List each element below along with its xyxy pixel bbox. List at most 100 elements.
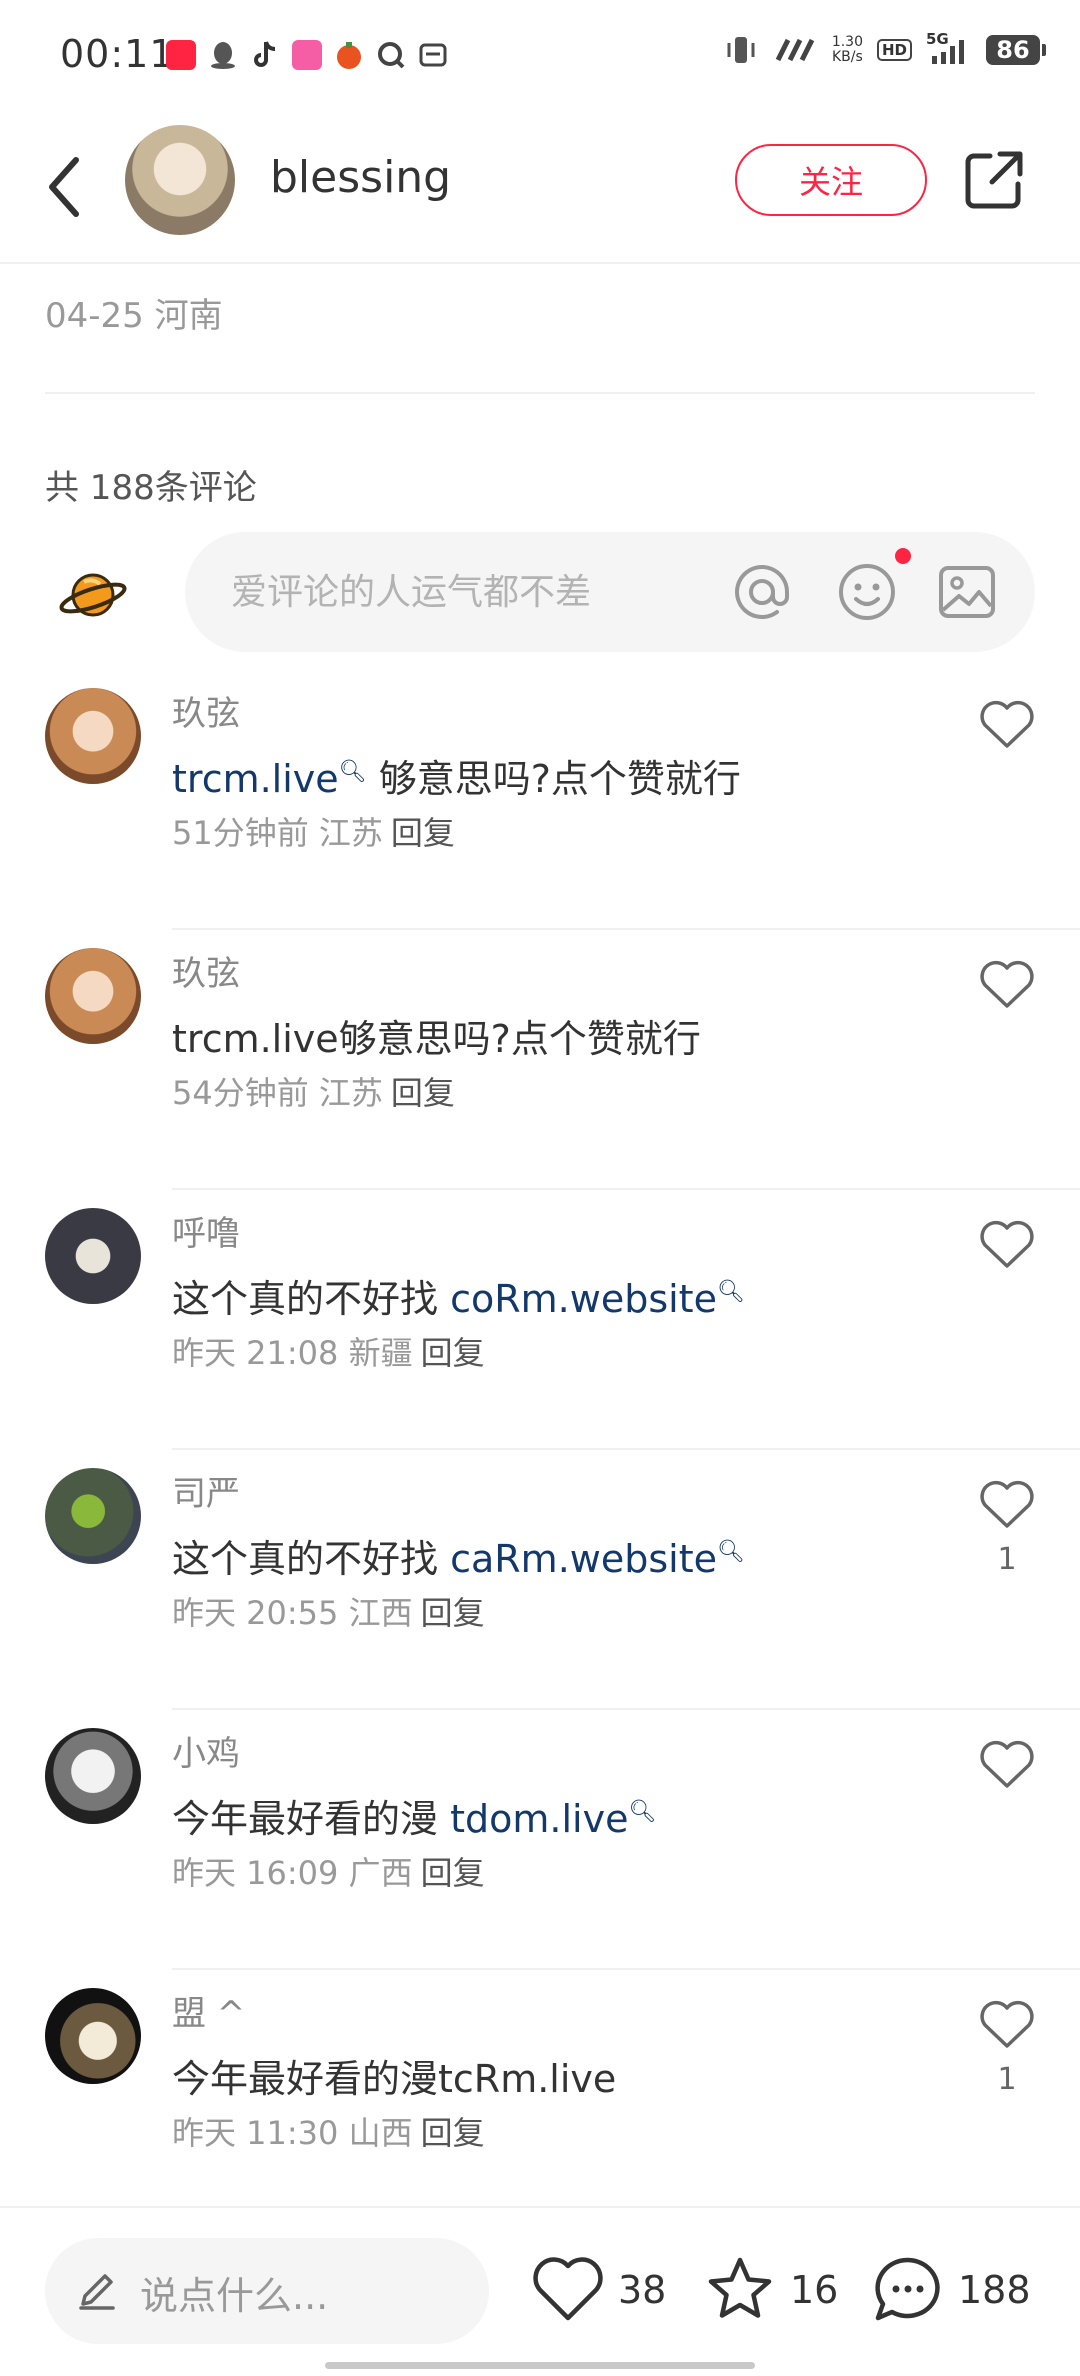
comment-item: 玖弦 trcm.live够意思吗?点个赞就行 54分钟前 江苏 回复 (0, 930, 1080, 1190)
post-divider (45, 392, 1035, 394)
network-activity-icon (775, 38, 815, 62)
link-search-icon: 🔍︎ (628, 1799, 657, 1825)
like-total: 38 (618, 2268, 667, 2312)
commenter-avatar[interactable] (45, 1988, 141, 2084)
link-search-icon: 🔍︎ (338, 759, 367, 785)
reply-button[interactable]: 回复 (391, 814, 455, 852)
share-icon[interactable] (962, 148, 1026, 212)
heart-icon[interactable] (530, 2252, 606, 2328)
tiktok-app-icon (250, 40, 280, 70)
like-heart-icon[interactable] (978, 958, 1036, 1010)
comment-action[interactable]: 188 (870, 2252, 1031, 2328)
note-header: blessing 关注 (0, 120, 1080, 260)
commenter-name[interactable]: 盟 ^ (172, 1986, 245, 2035)
like-heart-icon[interactable] (978, 1478, 1036, 1530)
comment-total: 188 (958, 2268, 1031, 2312)
back-arrow-icon[interactable] (40, 152, 90, 222)
post-date-location: 04-25 河南 (45, 296, 223, 336)
planet-icon (59, 573, 127, 617)
collect-total: 16 (790, 2268, 839, 2312)
commenter-name[interactable]: 玖弦 (172, 686, 240, 735)
network-speed: 1.30 KB/s (831, 34, 863, 65)
commenter-name[interactable]: 玖弦 (172, 946, 240, 995)
comment-item: 司严 这个真的不好找 caRm.website🔍︎ 昨天 20:55 江西 回复 … (0, 1450, 1080, 1710)
comment-input-row (0, 530, 1080, 655)
comment-item: 小鸡 今年最好看的漫 tdom.live🔍︎ 昨天 16:09 广西 回复 (0, 1710, 1080, 1970)
comment-text[interactable]: trcm.live够意思吗?点个赞就行 (172, 1008, 701, 1063)
signal-strength-icon: 5G (926, 30, 972, 66)
commenter-avatar[interactable] (45, 1728, 141, 1824)
like-heart-icon[interactable] (978, 698, 1036, 750)
like-count: 1 (997, 2062, 1017, 2097)
commenter-name[interactable]: 呼噜 (172, 1206, 240, 1255)
chat-bubble-icon[interactable] (870, 2252, 946, 2328)
bottom-input-placeholder: 说点什么... (140, 2274, 329, 2318)
battery-indicator: 86 (986, 35, 1046, 65)
comment-item: 盟 ^ 今年最好看的漫tcRm.live 昨天 11:30 山西 回复 1 (0, 1970, 1080, 2230)
hd-badge: HD (876, 39, 912, 61)
link-search-icon: 🔍︎ (716, 1539, 745, 1565)
reply-button[interactable]: 回复 (421, 1334, 485, 1372)
status-time: 00:11 (60, 32, 175, 76)
reply-button[interactable]: 回复 (391, 1074, 455, 1112)
comment-meta: 54分钟前 江苏 回复 (172, 1074, 455, 1112)
search-app-icon (376, 40, 406, 70)
commenter-avatar[interactable] (45, 688, 141, 784)
home-indicator[interactable] (325, 2362, 755, 2369)
bilibili-app-icon (292, 40, 322, 70)
like-heart-icon[interactable] (978, 1738, 1036, 1790)
xiaohongshu-app-icon (166, 40, 196, 70)
commenter-name[interactable]: 司严 (172, 1466, 240, 1515)
commenter-name[interactable]: 小鸡 (172, 1726, 240, 1775)
status-app-icons (166, 40, 448, 70)
comment-meta: 昨天 20:55 江西 回复 (172, 1594, 485, 1632)
mention-at-icon[interactable] (730, 560, 794, 624)
comment-link[interactable]: coRm.website🔍︎ (450, 1277, 745, 1321)
comment-text[interactable]: trcm.live🔍︎ 够意思吗?点个赞就行 (172, 748, 741, 803)
comment-count-label: 共 188条评论 (45, 468, 257, 508)
commenter-avatar[interactable] (45, 1208, 141, 1304)
emoji-icon[interactable] (835, 560, 899, 624)
commenter-avatar[interactable] (45, 1468, 141, 1564)
pencil-icon (79, 2274, 115, 2310)
comment-text[interactable]: 今年最好看的漫 tdom.live🔍︎ (172, 1788, 656, 1843)
reply-button[interactable]: 回复 (421, 2114, 485, 2152)
like-count: 1 (997, 1542, 1017, 1577)
star-icon[interactable] (702, 2252, 778, 2328)
bottom-action-bar: 说点什么... 38 16 188 (0, 2206, 1080, 2376)
header-divider (0, 262, 1080, 264)
mail-app-icon (418, 40, 448, 70)
emoji-notification-dot (895, 548, 911, 564)
comment-meta: 昨天 16:09 广西 回复 (172, 1854, 485, 1892)
commenter-avatar[interactable] (45, 948, 141, 1044)
comment-meta: 51分钟前 江苏 回复 (172, 814, 455, 852)
comment-item: 呼噜 这个真的不好找 coRm.website🔍︎ 昨天 21:08 新疆 回复 (0, 1190, 1080, 1450)
comment-meta: 昨天 21:08 新疆 回复 (172, 1334, 485, 1372)
reply-button[interactable]: 回复 (421, 1854, 485, 1892)
comment-link[interactable]: caRm.website🔍︎ (450, 1537, 745, 1581)
bottom-comment-input[interactable]: 说点什么... (45, 2238, 489, 2344)
comment-text[interactable]: 这个真的不好找 coRm.website🔍︎ (172, 1268, 745, 1323)
comment-list: 玖弦 trcm.live🔍︎ 够意思吗?点个赞就行 51分钟前 江苏 回复 玖弦 … (0, 670, 1080, 2230)
image-icon[interactable] (935, 560, 999, 624)
comment-text[interactable]: 今年最好看的漫tcRm.live (172, 2048, 616, 2103)
comment-link[interactable]: tdom.live🔍︎ (450, 1797, 656, 1841)
vibrate-icon (727, 37, 755, 63)
comment-item: 玖弦 trcm.live🔍︎ 够意思吗?点个赞就行 51分钟前 江苏 回复 (0, 670, 1080, 930)
like-action[interactable]: 38 (530, 2252, 666, 2328)
author-avatar[interactable] (125, 125, 235, 235)
comment-text[interactable]: 这个真的不好找 caRm.website🔍︎ (172, 1528, 745, 1583)
link-search-icon: 🔍︎ (716, 1279, 745, 1305)
follow-button[interactable]: 关注 (735, 144, 927, 216)
collect-action[interactable]: 16 (702, 2252, 838, 2328)
reply-button[interactable]: 回复 (421, 1594, 485, 1632)
like-heart-icon[interactable] (978, 1218, 1036, 1270)
pinduoduo-app-icon (334, 40, 364, 70)
comment-meta: 昨天 11:30 山西 回复 (172, 2114, 485, 2152)
author-username[interactable]: blessing (270, 152, 451, 203)
qq-app-icon (208, 40, 238, 70)
status-bar: 00:11 1.30 KB/s HD 5G 86 (0, 0, 1080, 110)
comment-link[interactable]: trcm.live🔍︎ (172, 757, 367, 801)
like-heart-icon[interactable] (978, 1998, 1036, 2050)
status-right-icons: 1.30 KB/s HD 5G 86 (724, 30, 1046, 66)
